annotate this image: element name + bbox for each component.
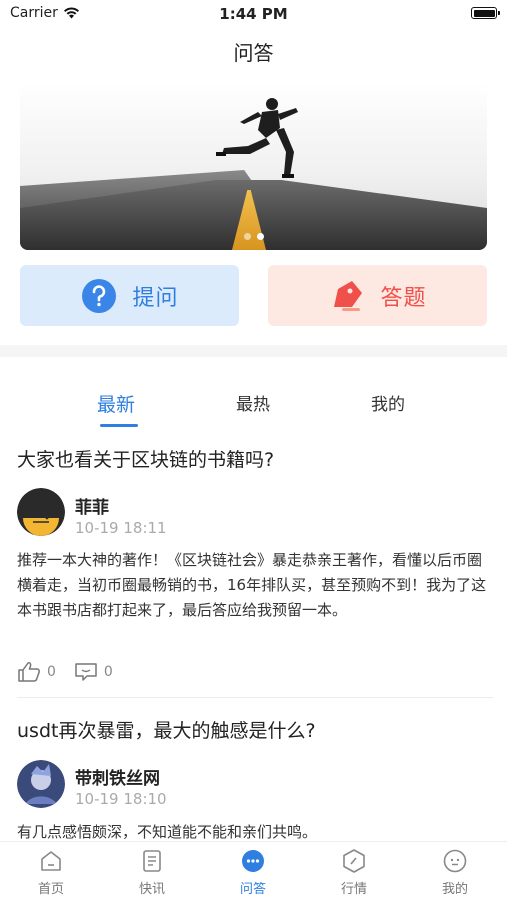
comment-button[interactable]: 0 <box>74 662 113 682</box>
like-count: 0 <box>47 664 56 680</box>
market-icon <box>343 849 365 873</box>
tabbar-news-label: 快讯 <box>138 882 165 897</box>
section-separator <box>0 345 507 357</box>
tab-hottest[interactable]: 最热 <box>236 390 270 415</box>
post-body[interactable]: 推荐一本大神的著作！《区块链社会》暴走恭亲王著作，看懂以后币圈横着走，当初币圈最… <box>17 548 493 623</box>
carousel-dot-active[interactable] <box>256 233 264 240</box>
post-actions: 0 0 <box>17 661 113 683</box>
avatar[interactable] <box>17 488 65 536</box>
author-name[interactable]: 菲菲 <box>75 493 109 518</box>
like-button[interactable]: 0 <box>17 661 56 683</box>
avatar-image <box>17 488 65 536</box>
post-time: 10-19 18:10 <box>75 790 167 808</box>
thumbs-up-icon <box>18 662 40 682</box>
comment-count: 0 <box>103 664 113 680</box>
post-time: 10-19 18:11 <box>75 519 167 537</box>
author-name[interactable]: 带刺铁丝网 <box>75 764 160 789</box>
bottom-tab-bar: 首页 快讯 问答 行情 我的 <box>0 841 507 900</box>
answer-question-button[interactable]: 答题 <box>268 265 487 326</box>
tab-latest[interactable]: 最新 <box>97 390 135 417</box>
page-title: 问答 <box>233 41 274 65</box>
post-title[interactable]: usdt再次暴雷，最大的触感是什么? <box>17 718 493 744</box>
avatar-image <box>17 760 65 808</box>
carousel-dot[interactable] <box>243 233 251 240</box>
ask-question-button[interactable]: 提问 <box>20 265 239 326</box>
tab-active-indicator <box>100 424 138 427</box>
status-bar: Carrier 1:44 PM <box>0 0 507 28</box>
post-divider <box>17 697 493 698</box>
tab-mine[interactable]: 我的 <box>371 390 405 415</box>
question-icon <box>82 278 117 313</box>
tabbar-home[interactable]: 首页 <box>21 848 81 897</box>
banner-carousel[interactable] <box>20 82 487 250</box>
post-title[interactable]: 大家也看关于区块链的书籍吗? <box>17 447 493 473</box>
tabbar-qa[interactable]: 问答 <box>223 848 283 897</box>
tabbar-market-label: 行情 <box>340 882 367 897</box>
answer-question-label: 答题 <box>380 285 427 311</box>
question-post[interactable]: usdt再次暴雷，最大的触感是什么? 带刺铁丝网 10-19 18:10 有几点… <box>17 718 493 841</box>
battery-icon <box>471 7 500 19</box>
news-icon <box>143 850 161 872</box>
qa-icon <box>242 850 264 872</box>
avatar[interactable] <box>17 760 65 808</box>
status-time: 1:44 PM <box>219 5 288 23</box>
tab-bar-filter: 最新 最热 我的 <box>0 390 507 430</box>
tabbar-news[interactable]: 快讯 <box>122 848 182 897</box>
home-icon <box>41 851 61 871</box>
question-post[interactable]: 大家也看关于区块链的书籍吗? 菲菲 10-19 18:11 推荐一本大神的著作！… <box>17 447 493 692</box>
pencil-tag-icon <box>334 280 363 311</box>
profile-icon <box>443 849 467 873</box>
tabbar-profile-label: 我的 <box>441 882 468 897</box>
comment-icon <box>75 663 97 681</box>
tabbar-home-label: 首页 <box>37 882 64 897</box>
tabbar-market[interactable]: 行情 <box>324 848 384 897</box>
carousel-dots <box>20 233 487 240</box>
ask-question-label: 提问 <box>132 285 179 311</box>
tabbar-qa-label: 问答 <box>239 882 266 897</box>
jumping-man-image <box>216 98 298 178</box>
tabbar-profile[interactable]: 我的 <box>425 848 485 897</box>
